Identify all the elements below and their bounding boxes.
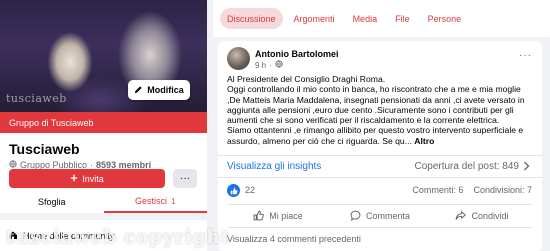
like-label: Mi piace: [269, 211, 303, 221]
tab-media[interactable]: Media: [346, 8, 385, 29]
like-count[interactable]: 22: [245, 185, 255, 195]
post-line: Oggi controllando il mio conto in banca,…: [227, 84, 521, 95]
tab-sfoglia[interactable]: Sfoglia: [0, 191, 104, 213]
avatar[interactable]: [227, 47, 250, 70]
reaction-stats: 22 Commenti: 6 Condivisioni: 7: [218, 181, 542, 201]
stats-gap: [466, 185, 471, 195]
group-type-banner[interactable]: Gruppo di Tusciaweb: [0, 112, 207, 133]
comment-icon: [350, 210, 361, 223]
post-line: Al Presidente del Consiglio Draghi Roma.: [227, 74, 386, 84]
post-line: assurdo, almeno per ciò che ci riguarda.…: [227, 135, 412, 146]
group-name: Tusciaweb: [9, 141, 80, 157]
see-more-link[interactable]: Altro: [414, 136, 434, 146]
view-insights-link[interactable]: Visualizza gli insights: [227, 161, 321, 172]
tab-badge: 1: [171, 196, 176, 206]
insights-row: Visualizza gli insights Copertura del po…: [218, 155, 542, 178]
meta-separator: ·: [269, 60, 272, 70]
view-previous-comments[interactable]: Visualizza 4 commenti precedenti: [227, 234, 361, 244]
comment-label: Commenta: [365, 211, 410, 221]
post-line: aumenti che si sono verificati per il ri…: [227, 115, 500, 126]
edit-cover-button[interactable]: Modifica: [128, 80, 190, 100]
chevron-right-icon: [523, 161, 530, 174]
post-options-button[interactable]: ···: [519, 50, 532, 61]
like-button[interactable]: Mi piace: [227, 205, 329, 227]
group-nav-tabs: Discussione Argomenti Media File Persone: [213, 0, 550, 37]
globe-icon: [275, 60, 283, 70]
cover-watermark: tusciaweb: [6, 92, 67, 105]
tab-label: Gestisci: [135, 196, 168, 206]
copyright-watermark: tusciaweb copyright: [6, 226, 230, 248]
post-line: aggiunta alle pensioni ,euro due cento .…: [227, 104, 514, 115]
share-icon: [455, 210, 467, 223]
group-tabs: Sfoglia Gestisci 1: [0, 191, 207, 213]
coverage-text: Copertura del post: 849: [414, 161, 519, 172]
post-time: 9 h ·: [255, 60, 283, 70]
tab-discussione[interactable]: Discussione: [220, 8, 283, 29]
divider: [0, 213, 207, 220]
post-author[interactable]: Antonio Bartolomei: [255, 49, 339, 59]
invite-label: Invita: [82, 173, 104, 184]
share-label: Condividi: [471, 211, 509, 221]
post-line: Siamo ottantenni ,e rimango allibito per…: [227, 125, 524, 136]
tab-argomenti[interactable]: Argomenti: [287, 8, 342, 29]
post-body: Al Presidente del Consiglio Draghi Roma.…: [227, 74, 535, 146]
share-button[interactable]: Condividi: [431, 205, 533, 227]
pencil-icon: [134, 85, 143, 96]
group-more-button[interactable]: ···: [173, 169, 197, 188]
comment-share-counts: Commenti: 6 Condivisioni: 7: [412, 185, 532, 195]
post-actions: Mi piace Commenta Condividi: [227, 204, 533, 228]
comments-count[interactable]: Commenti: 6: [412, 185, 463, 195]
post-timestamp[interactable]: 9 h: [255, 61, 266, 70]
plus-icon: [70, 174, 78, 184]
tab-persone[interactable]: Persone: [421, 8, 469, 29]
edit-cover-label: Modifica: [147, 85, 184, 95]
facebook-group-page: tusciaweb Modifica Gruppo di Tusciaweb T…: [0, 0, 550, 251]
tab-file[interactable]: File: [388, 8, 417, 29]
post-line-last: assurdo, almeno per ciò che ci riguarda.…: [227, 136, 535, 146]
thumb-up-icon: [253, 210, 265, 223]
comment-button[interactable]: Commenta: [329, 205, 431, 227]
invite-button[interactable]: Invita: [9, 169, 165, 188]
shares-count[interactable]: Condivisioni: 7: [473, 185, 532, 195]
like-badge-icon: [227, 184, 240, 197]
group-sidebar: tusciaweb Modifica Gruppo di Tusciaweb T…: [0, 0, 207, 251]
post-card: Antonio Bartolomei 9 h · ··· Al Presiden…: [218, 41, 542, 251]
post-line: ,De Matteis Maria Maddalena, insegnati p…: [227, 94, 525, 105]
tab-gestisci[interactable]: Gestisci 1: [103, 191, 207, 213]
tab-label: Sfoglia: [37, 197, 66, 207]
post-coverage[interactable]: Copertura del post: 849: [414, 161, 530, 174]
